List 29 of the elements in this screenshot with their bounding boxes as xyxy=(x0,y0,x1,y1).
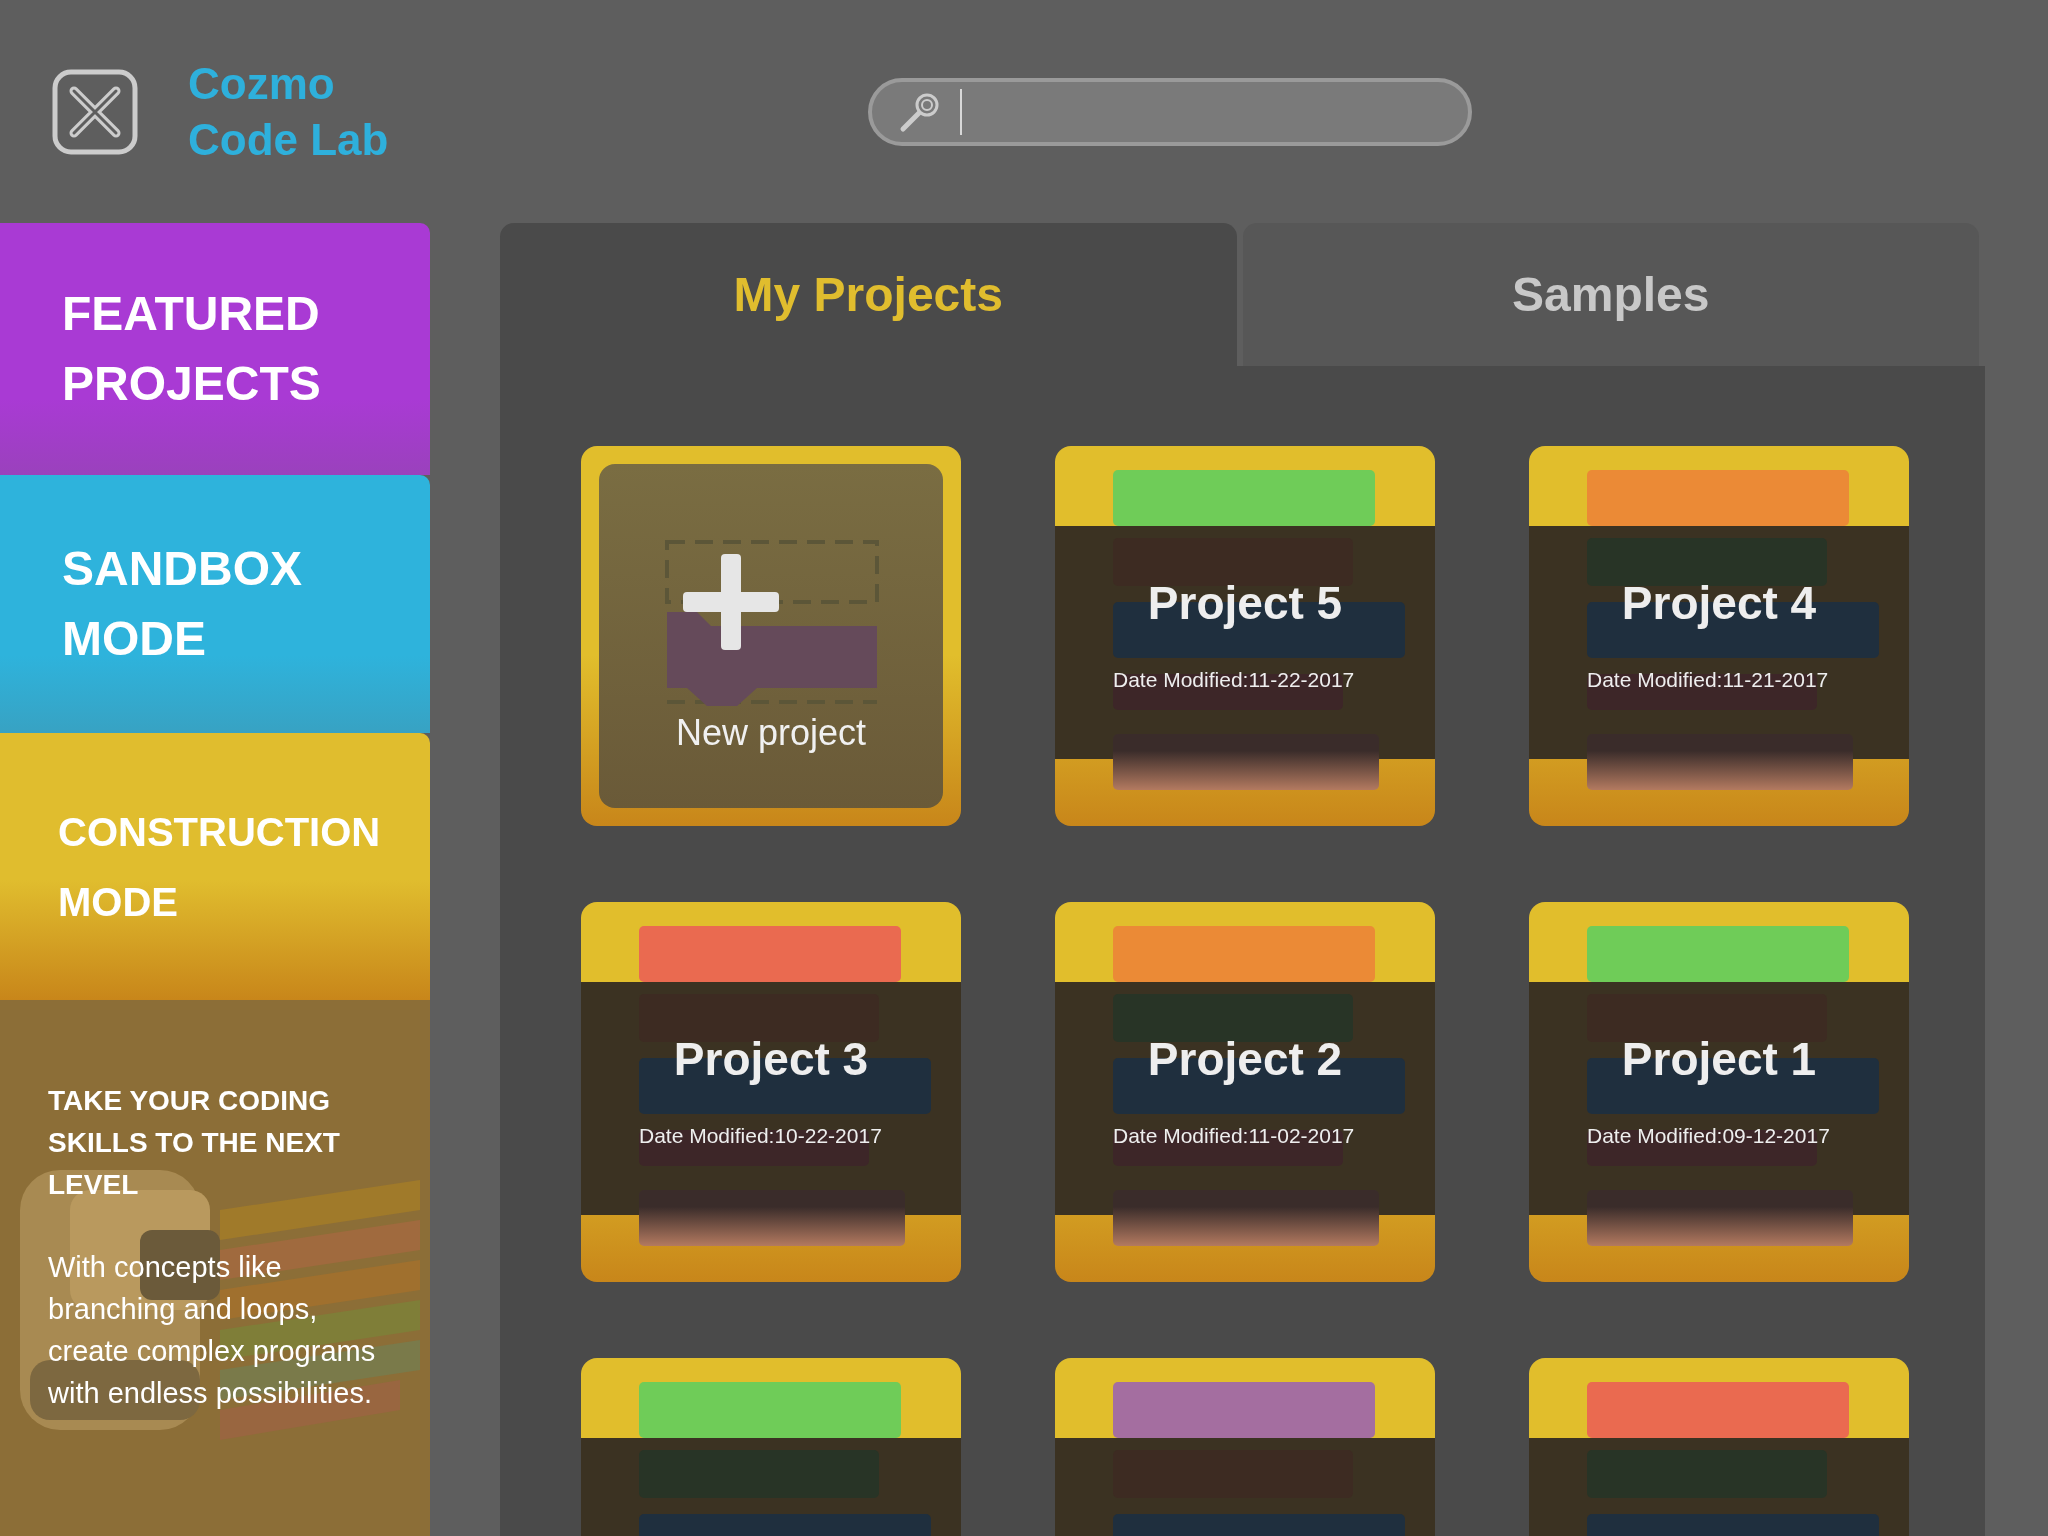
project-title: Project 4 xyxy=(1620,576,1818,630)
date-modified: Date Modified:11-02-2017 xyxy=(1113,1124,1355,1148)
project-title: Project 3 xyxy=(672,1032,870,1086)
block-icon xyxy=(1113,1190,1379,1246)
logo-icon xyxy=(52,68,138,155)
block-icon xyxy=(1587,734,1853,790)
tab[interactable]: Samples xyxy=(1242,223,1979,366)
app-title: Cozmo Code Lab xyxy=(188,57,390,166)
new-project-label: New project xyxy=(675,712,867,754)
project-title: Project 5 xyxy=(1146,576,1344,630)
project-card[interactable]: Project 4 Date Modified:11-21-2017 xyxy=(1529,446,1909,826)
tab[interactable]: My Projects xyxy=(500,223,1237,366)
project-title: Project 2 xyxy=(1146,1032,1344,1086)
date-modified: Date Modified:11-21-2017 xyxy=(1587,668,1829,692)
project-title: Project 1 xyxy=(1620,1032,1818,1086)
block-icon xyxy=(1113,734,1379,790)
sidebar-item[interactable]: FEATURED PROJECTS xyxy=(0,223,430,475)
date-modified: Date Modified:10-22-2017 xyxy=(639,1124,882,1148)
date-modified: Date Modified:09-12-2017 xyxy=(1587,1124,1830,1148)
project-card[interactable]: Project 2 Date Modified:11-02-2017 xyxy=(1055,902,1435,1282)
block-icon xyxy=(1587,1190,1853,1246)
project-card[interactable]: Project 5 Date Modified:11-22-2017 xyxy=(1055,446,1435,826)
new-project-card[interactable]: New project xyxy=(581,446,961,826)
project-card[interactable]: Project 3 Date Modified:10-22-2017 xyxy=(581,902,961,1282)
date-modified: Date Modified:11-22-2017 xyxy=(1113,668,1355,692)
project-card[interactable]: Project 1 Date Modified:09-12-2017 xyxy=(1529,902,1909,1282)
promo-text: With concepts like branching and loops, create complex programs with endless possibilities. xyxy=(48,1250,377,1411)
block-icon xyxy=(639,1190,905,1246)
promo-heading: TAKE YOUR CODING SKILLS TO THE NEXT LEVEL xyxy=(48,1084,341,1202)
